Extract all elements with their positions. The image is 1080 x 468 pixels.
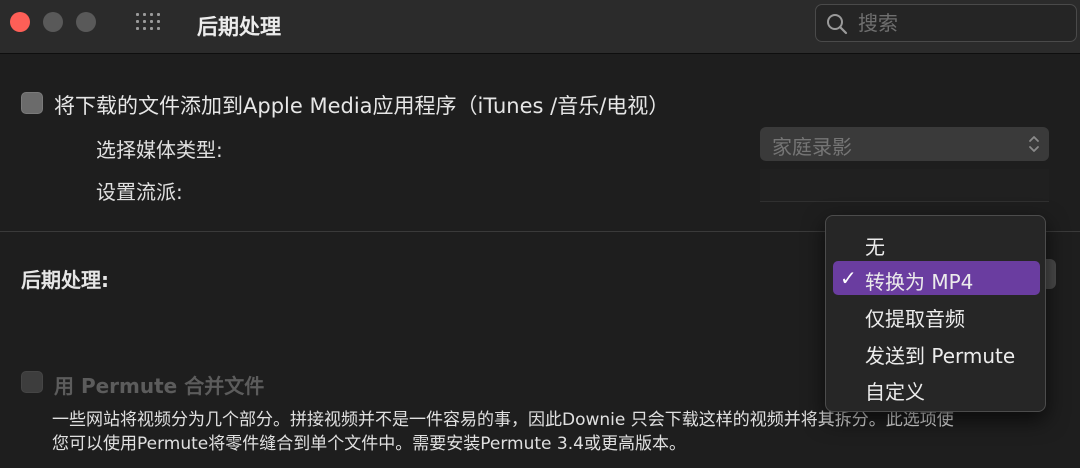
permute-description: 一些网站将视频分为几个部分。拼接视频并不是一件容易的事，因此Downie 只会下…	[52, 408, 1052, 456]
merge-with-permute-label: 用 Permute 合并文件	[54, 374, 265, 398]
menu-item-label: 自定义	[865, 380, 925, 404]
title-bar: 后期处理	[0, 0, 1080, 54]
show-all-preferences-grid-icon[interactable]	[136, 13, 160, 33]
menu-item-extract-audio[interactable]: 仅提取音频	[833, 298, 1040, 332]
add-to-apple-media-checkbox[interactable]	[21, 92, 43, 114]
genre-input[interactable]	[760, 169, 1049, 202]
post-processing-menu: 无 ✓ 转换为 MP4 仅提取音频 发送到 Permute 自定义	[825, 215, 1046, 412]
menu-item-label: 无	[865, 235, 885, 259]
media-type-select-value: 家庭录影	[772, 135, 852, 159]
permute-description-line-2: 您可以使用Permute将零件缝合到单个文件中。需要安装Permute 3.4或…	[52, 434, 686, 454]
post-processing-label: 后期处理:	[21, 268, 109, 292]
menu-item-convert-mp4[interactable]: ✓ 转换为 MP4	[833, 261, 1040, 295]
close-window-button[interactable]	[10, 12, 30, 32]
menu-item-label: 转换为 MP4	[865, 270, 974, 294]
media-type-label: 选择媒体类型:	[96, 138, 223, 162]
menu-item-label: 仅提取音频	[865, 307, 965, 331]
window-title: 后期处理	[197, 15, 281, 39]
menu-item-custom[interactable]: 自定义	[833, 371, 1040, 405]
add-to-apple-media-label: 将下载的文件添加到Apple Media应用程序（iTunes /音乐/电视）	[54, 94, 670, 118]
search-field[interactable]	[815, 4, 1077, 42]
minimize-window-button[interactable]	[43, 12, 63, 32]
menu-item-send-to-permute[interactable]: 发送到 Permute	[833, 335, 1040, 369]
chevron-up-down-icon	[1029, 136, 1039, 152]
zoom-window-button[interactable]	[76, 12, 96, 32]
menu-item-label: 发送到 Permute	[865, 344, 1016, 368]
search-icon	[827, 14, 848, 35]
genre-label: 设置流派:	[96, 180, 183, 204]
menu-item-none[interactable]: 无	[833, 226, 1040, 260]
merge-with-permute-checkbox[interactable]	[21, 371, 43, 393]
search-input[interactable]	[858, 10, 1058, 36]
media-type-select[interactable]: 家庭录影	[760, 127, 1049, 161]
checkmark-icon: ✓	[840, 266, 857, 290]
